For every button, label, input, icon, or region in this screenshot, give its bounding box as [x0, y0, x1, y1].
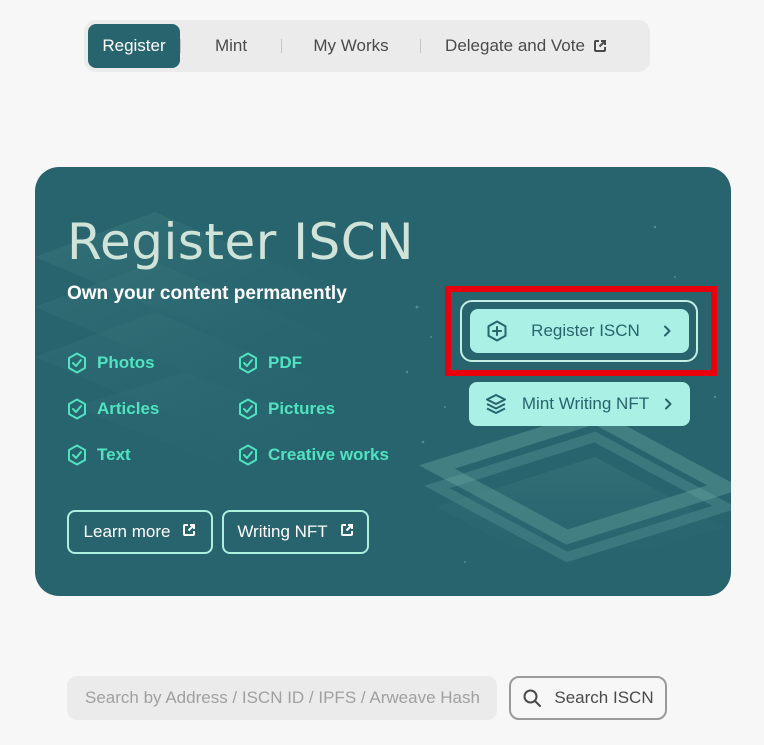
tab-my-works-label: My Works — [313, 36, 389, 55]
hero-title: Register ISCN — [67, 213, 415, 271]
check-shield-icon — [67, 352, 87, 374]
top-nav: Register Mint My Works Delegate and Vote — [84, 20, 650, 72]
writing-nft-label: Writing NFT — [237, 522, 328, 541]
feature-label: Creative works — [268, 445, 389, 464]
chevron-right-icon — [664, 398, 672, 410]
check-shield-icon — [238, 352, 258, 374]
check-shield-icon — [67, 398, 87, 420]
tab-register-label: Register — [102, 36, 166, 55]
feature-label: Text — [97, 445, 131, 464]
search-icon — [522, 688, 542, 708]
feature-photos: Photos — [67, 352, 155, 374]
register-iscn-card: Register ISCN Own your content permanent… — [35, 167, 731, 596]
feature-label: Photos — [97, 353, 155, 372]
tab-delegate-and-vote[interactable]: Delegate and Vote — [421, 24, 631, 68]
writing-nft-button[interactable]: Writing NFT — [222, 510, 369, 554]
search-button-label: Search ISCN — [554, 688, 654, 707]
tab-register[interactable]: Register — [88, 24, 180, 68]
tab-delegate-label: Delegate and Vote — [445, 36, 585, 55]
feature-articles: Articles — [67, 398, 159, 420]
mint-writing-nft-label: Mint Writing NFT — [521, 394, 650, 413]
feature-label: PDF — [268, 353, 302, 372]
external-link-icon — [593, 39, 607, 53]
check-shield-icon — [67, 444, 87, 466]
register-iscn-button[interactable]: Register ISCN — [470, 309, 689, 353]
register-iscn-label: Register ISCN — [531, 321, 640, 340]
search-input[interactable] — [67, 676, 497, 720]
mint-writing-nft-button[interactable]: Mint Writing NFT — [469, 382, 690, 426]
tab-mint[interactable]: Mint — [181, 24, 281, 68]
learn-more-button[interactable]: Learn more — [67, 510, 213, 554]
hero-subtitle: Own your content permanently — [67, 283, 347, 304]
feature-text: Text — [67, 444, 131, 466]
learn-more-label: Learn more — [83, 522, 171, 541]
feature-pdf: PDF — [238, 352, 302, 374]
feature-label: Pictures — [268, 399, 336, 418]
external-link-icon — [340, 522, 354, 542]
tab-my-works[interactable]: My Works — [282, 24, 420, 68]
feature-creative-works: Creative works — [238, 444, 389, 466]
plus-hexagon-icon — [486, 320, 508, 342]
search-iscn-button[interactable]: Search ISCN — [509, 676, 667, 720]
feature-pictures: Pictures — [238, 398, 335, 420]
feature-label: Articles — [97, 399, 160, 418]
check-shield-icon — [238, 444, 258, 466]
chevron-right-icon — [663, 325, 671, 337]
layers-icon — [485, 393, 507, 415]
check-shield-icon — [238, 398, 258, 420]
external-link-icon — [182, 522, 196, 542]
tab-mint-label: Mint — [214, 36, 248, 55]
